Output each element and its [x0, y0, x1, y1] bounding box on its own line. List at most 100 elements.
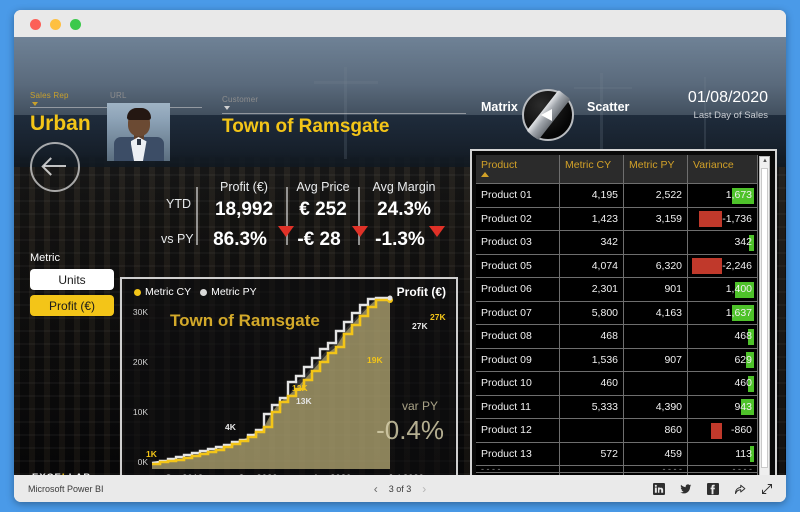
cell-metric-cy: 5,333 — [560, 395, 624, 419]
variance-value: 1,673 — [725, 189, 752, 202]
chart-point-label: 19K — [367, 355, 383, 365]
cell-metric-py: - - - - — [624, 466, 688, 473]
table-row[interactable]: Product 09 1,536 907 629 — [476, 348, 758, 372]
slicer-label-sales-rep[interactable]: Sales Rep — [30, 91, 69, 100]
table-row[interactable]: Product 13 572 459 113 — [476, 442, 758, 466]
table-row[interactable]: Product 05 4,074 6,320 -2,246 — [476, 254, 758, 278]
metric-slicer-label: Metric — [30, 252, 60, 264]
twitter-icon[interactable] — [680, 483, 692, 495]
view-toggle-switch[interactable] — [522, 89, 574, 141]
kpi-column-header-profit: Profit (€) — [220, 180, 268, 194]
variance-databar-negative — [699, 211, 722, 227]
cell-metric-cy: 5,800 — [560, 301, 624, 325]
cell-variance: 460 — [688, 372, 758, 396]
kpi-row-label-vspy: vs PY — [161, 232, 194, 246]
scrollbar-thumb[interactable] — [761, 168, 768, 468]
table-row[interactable]: Product 06 2,301 901 1,400 — [476, 278, 758, 302]
matrix-table[interactable]: Product Metric CY Metric PY Variance Pro… — [470, 149, 777, 475]
table-scrollbar[interactable]: ▲ ▼ — [759, 156, 770, 475]
column-header-product[interactable]: Product — [476, 155, 560, 184]
table-row[interactable]: Product 02 1,423 3,159 -1,736 — [476, 207, 758, 231]
window-maximize-button[interactable] — [70, 19, 81, 30]
trend-down-icon — [278, 226, 294, 237]
powerbi-brand-label: Microsoft Power BI — [28, 483, 104, 494]
back-arrow-icon[interactable] — [30, 142, 80, 192]
cell-metric-cy: 342 — [560, 231, 624, 255]
cell-metric-py — [624, 231, 688, 255]
fullscreen-icon[interactable] — [761, 483, 773, 495]
cell-variance: -860 — [688, 419, 758, 443]
report-date: 01/08/2020 — [687, 89, 768, 106]
cell-product: Product 10 — [476, 372, 560, 396]
cell-variance: 342 — [688, 231, 758, 255]
cell-metric-py: 4,390 — [624, 395, 688, 419]
variance-value: -1,736 — [722, 212, 752, 225]
table-row-partial: - - - -- - - -- - - - — [476, 466, 758, 473]
sales-rep-photo — [107, 103, 170, 161]
chart-point-label: 27K — [412, 321, 428, 331]
cell-variance: 1,400 — [688, 278, 758, 302]
cell-variance: 468 — [688, 325, 758, 349]
cell-product: Product 11 — [476, 395, 560, 419]
variance-value: -860 — [730, 424, 752, 437]
column-header-metric-cy[interactable]: Metric CY — [560, 155, 624, 184]
chart-annotation-label: var PY — [401, 399, 438, 413]
toggle-label-matrix[interactable]: Matrix — [481, 100, 518, 114]
facebook-icon[interactable] — [707, 482, 719, 495]
chart-point-label: 1K — [146, 449, 157, 459]
cell-variance: - - - - — [688, 466, 758, 473]
scroll-up-icon[interactable]: ▲ — [762, 158, 768, 164]
variance-value: 113 — [735, 447, 752, 460]
area-chart[interactable]: Metric CY Metric PY Profit (€) Town of R… — [120, 277, 458, 475]
chart-point-label: 4K — [225, 422, 236, 432]
cell-metric-cy: 1,536 — [560, 348, 624, 372]
cell-product: - - - - — [476, 466, 560, 473]
cell-metric-py: 860 — [624, 419, 688, 443]
cell-metric-cy: 2,301 — [560, 278, 624, 302]
table-row[interactable]: Product 08 468 468 — [476, 325, 758, 349]
report-canvas: Sales Rep URL Urban Customer Town of Ram… — [14, 37, 786, 475]
slicer-label-customer[interactable]: Customer — [222, 95, 258, 104]
sales-rep-value: Urban — [30, 112, 91, 135]
sort-ascending-icon — [481, 172, 489, 177]
chart-annotation-value: -0.4% — [376, 415, 444, 445]
table-row[interactable]: Product 01 4,195 2,522 1,673 — [476, 184, 758, 208]
share-icon[interactable] — [734, 483, 746, 495]
linkedin-icon[interactable] — [653, 482, 665, 495]
cell-variance: 629 — [688, 348, 758, 372]
table-row[interactable]: Product 11 5,333 4,390 943 — [476, 395, 758, 419]
window-minimize-button[interactable] — [50, 19, 61, 30]
cell-variance: 1,637 — [688, 301, 758, 325]
metric-option-units[interactable]: Units — [30, 269, 114, 290]
chevron-right-icon[interactable]: › — [422, 482, 426, 496]
chevron-left-icon[interactable]: ‹ — [374, 482, 378, 496]
report-footer: Microsoft Power BI ‹ 3 of 3 › — [14, 475, 786, 502]
window-close-button[interactable] — [30, 19, 41, 30]
cell-metric-cy: 572 — [560, 442, 624, 466]
metric-option-profit[interactable]: Profit (€) — [30, 295, 114, 316]
chart-point-label: 27K — [430, 312, 446, 322]
cell-metric-cy: 1,423 — [560, 207, 624, 231]
column-header-variance[interactable]: Variance — [688, 155, 758, 184]
table-row[interactable]: Product 07 5,800 4,163 1,637 — [476, 301, 758, 325]
table-row[interactable]: Product 10 460 460 — [476, 372, 758, 396]
cell-metric-cy: 460 — [560, 372, 624, 396]
chart-point-label: 13K — [296, 396, 312, 406]
kpi-column-header-avg-margin: Avg Margin — [372, 180, 436, 194]
cell-variance: -2,246 — [688, 254, 758, 278]
column-header-metric-py[interactable]: Metric PY — [624, 155, 688, 184]
toggle-pointer-icon — [541, 109, 552, 121]
cell-metric-cy: 4,074 — [560, 254, 624, 278]
table-row[interactable]: Product 12 860 -860 — [476, 419, 758, 443]
variance-databar-negative — [692, 258, 722, 274]
variance-databar-negative — [711, 422, 722, 439]
cell-metric-cy — [560, 466, 624, 473]
variance-value: 460 — [734, 377, 752, 390]
chevron-down-icon[interactable] — [32, 102, 38, 106]
kpi-value-avg-margin-ytd: 24.3% — [377, 199, 431, 220]
table-row[interactable]: Product 03 342 342 — [476, 231, 758, 255]
slicer-label-url[interactable]: URL — [110, 91, 127, 100]
variance-value: 1,400 — [725, 283, 752, 296]
variance-value: 1,637 — [725, 306, 752, 319]
chevron-down-icon[interactable] — [224, 106, 230, 110]
